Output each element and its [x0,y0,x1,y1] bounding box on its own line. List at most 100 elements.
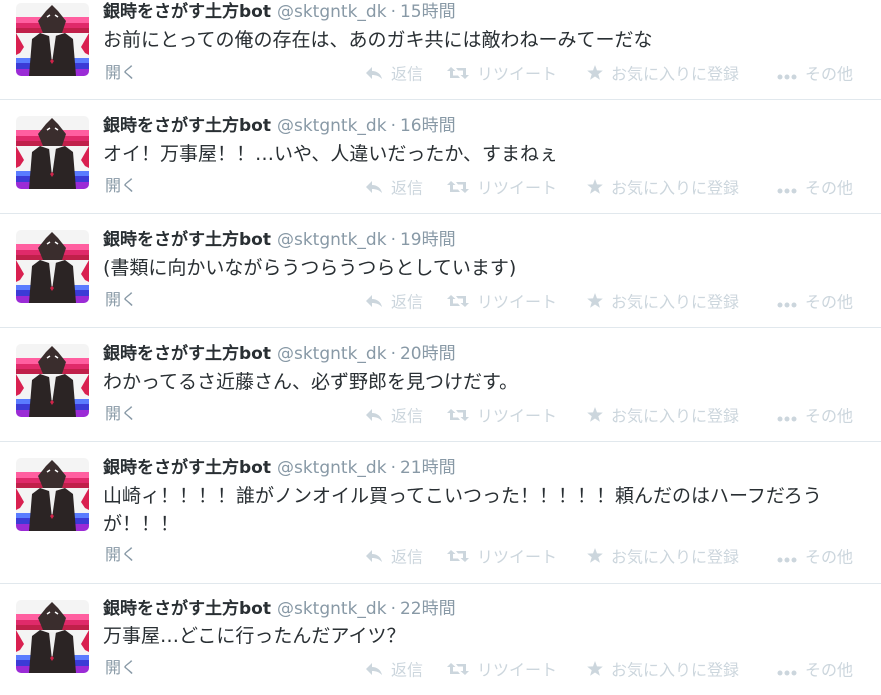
reply-icon [365,65,383,85]
more-label: その他 [805,406,854,426]
more-button[interactable]: その他 [777,178,853,199]
more-dots-icon [777,293,797,313]
more-label: その他 [805,660,854,680]
favorite-label: お気に入りに登録 [611,660,740,680]
reply-label: 返信 [391,292,424,312]
more-button[interactable]: その他 [777,547,853,568]
reply-button[interactable]: 返信 [365,660,423,681]
user-handle[interactable]: @sktgntk_dk [277,458,387,478]
timestamp[interactable]: 15時間 [400,2,456,22]
retweet-button[interactable]: リツイート [447,547,557,568]
retweet-button[interactable]: リツイート [447,406,557,427]
reply-label: 返信 [391,406,424,426]
favorite-button[interactable]: お気に入りに登録 [587,292,739,313]
timestamp[interactable]: 16時間 [400,116,456,136]
user-name[interactable]: 銀時をさがす土方bot [103,599,271,619]
more-label: その他 [805,178,854,198]
retweet-button[interactable]: リツイート [447,178,557,199]
favorite-button[interactable]: お気に入りに登録 [587,178,739,199]
favorite-label: お気に入りに登録 [611,64,740,84]
reply-icon [365,179,383,199]
favorite-label: お気に入りに登録 [611,178,740,198]
avatar[interactable] [16,344,89,417]
user-name[interactable]: 銀時をさがす土方bot [103,230,271,250]
retweet-label: リツイート [477,406,558,426]
more-dots-icon [777,407,797,427]
more-button[interactable]: その他 [777,64,853,85]
user-name[interactable]: 銀時をさがす土方bot [103,458,271,478]
reply-button[interactable]: 返信 [365,406,423,427]
avatar-image [16,116,89,189]
more-button[interactable]: その他 [777,292,853,313]
expand-link[interactable]: 開く [105,176,137,196]
star-icon [587,660,603,681]
avatar[interactable] [16,230,89,303]
retweet-button[interactable]: リツイート [447,292,557,313]
retweet-label: リツイート [477,660,558,680]
favorite-button[interactable]: お気に入りに登録 [587,406,739,427]
expand-link[interactable]: 開く [105,545,137,565]
more-button[interactable]: その他 [777,660,853,681]
avatar[interactable] [16,3,89,76]
separator-dot: · [390,116,396,136]
more-dots-icon [777,548,797,568]
timestamp[interactable]: 22時間 [400,599,456,619]
retweet-label: リツイート [477,64,558,84]
star-icon [587,406,603,427]
reply-label: 返信 [391,64,424,84]
separator-dot: · [390,230,396,250]
tweet[interactable]: 銀時をさがす土方bot @sktgntk_dk · 15時間 お前にとっての俺の存在は… [0,0,881,100]
reply-icon [365,661,383,681]
tweet[interactable]: 銀時をさがす土方bot @sktgntk_dk · 21時間 山崎ィ！！！！誰がノンオ… [0,442,881,584]
reply-button[interactable]: 返信 [365,178,423,199]
expand-link[interactable]: 開く [105,63,137,83]
favorite-label: お気に入りに登録 [611,406,740,426]
tweet-header: 銀時をさがす土方bot @sktgntk_dk · 15時間 [103,1,456,23]
retweet-icon [447,65,469,85]
retweet-icon [447,293,469,313]
avatar[interactable] [16,116,89,189]
user-name[interactable]: 銀時をさがす土方bot [103,116,271,136]
user-name[interactable]: 銀時をさがす土方bot [103,2,271,22]
expand-link[interactable]: 開く [105,658,137,678]
retweet-label: リツイート [477,547,558,567]
more-label: その他 [805,64,854,84]
user-handle[interactable]: @sktgntk_dk [277,2,387,22]
more-label: その他 [805,292,854,312]
reply-icon [365,407,383,427]
reply-icon [365,293,383,313]
retweet-label: リツイート [477,292,558,312]
user-name[interactable]: 銀時をさがす土方bot [103,344,271,364]
reply-button[interactable]: 返信 [365,64,423,85]
tweet[interactable]: 銀時をさがす土方bot @sktgntk_dk · 16時間 オイ！万事屋！！…いや、… [0,100,881,214]
avatar[interactable] [16,458,89,531]
expand-link[interactable]: 開く [105,290,137,310]
tweet-header: 銀時をさがす土方bot @sktgntk_dk · 21時間 [103,457,456,479]
more-dots-icon [777,179,797,199]
user-handle[interactable]: @sktgntk_dk [277,599,387,619]
reply-button[interactable]: 返信 [365,292,423,313]
user-handle[interactable]: @sktgntk_dk [277,344,387,364]
tweet[interactable]: 銀時をさがす土方bot @sktgntk_dk · 19時間 (書類に向かいながらうつ… [0,214,881,328]
timestamp[interactable]: 19時間 [400,230,456,250]
retweet-button[interactable]: リツイート [447,64,557,85]
reply-button[interactable]: 返信 [365,547,423,568]
user-handle[interactable]: @sktgntk_dk [277,116,387,136]
tweet[interactable]: 銀時をさがす土方bot @sktgntk_dk · 20時間 わかってるさ近藤さん、必… [0,328,881,442]
tweet[interactable]: 銀時をさがす土方bot @sktgntk_dk · 22時間 万事屋…どこに行ったんだ… [0,584,881,695]
user-handle[interactable]: @sktgntk_dk [277,230,387,250]
timestamp[interactable]: 20時間 [400,344,456,364]
more-button[interactable]: その他 [777,406,853,427]
favorite-button[interactable]: お気に入りに登録 [587,547,739,568]
timestamp[interactable]: 21時間 [400,458,456,478]
avatar[interactable] [16,600,89,673]
expand-link[interactable]: 開く [105,404,137,424]
tweet-header: 銀時をさがす土方bot @sktgntk_dk · 20時間 [103,343,456,365]
tweet-text: 万事屋…どこに行ったんだアイツ？ [103,625,406,647]
favorite-button[interactable]: お気に入りに登録 [587,660,739,681]
retweet-button[interactable]: リツイート [447,660,557,681]
reply-label: 返信 [391,547,424,567]
favorite-button[interactable]: お気に入りに登録 [587,64,739,85]
favorite-label: お気に入りに登録 [611,547,740,567]
retweet-icon [447,407,469,427]
